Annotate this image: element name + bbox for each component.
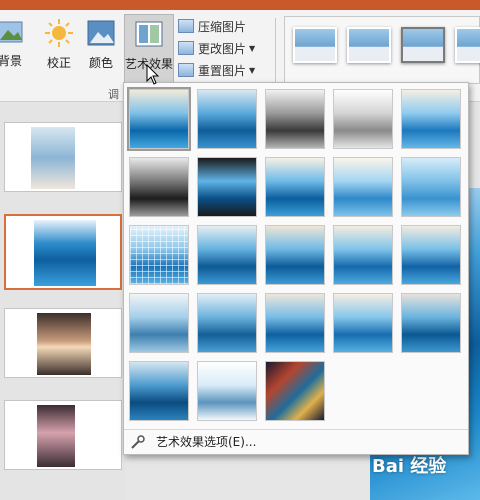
watermark: Bai 经验 bbox=[372, 456, 447, 477]
slide-thumbnail[interactable] bbox=[4, 400, 122, 470]
compress-pictures-label: 压缩图片 bbox=[198, 19, 247, 34]
slide-thumbnail-pane bbox=[0, 102, 126, 500]
slide-thumbnail[interactable] bbox=[4, 122, 122, 192]
artistic-effect-photocopy[interactable] bbox=[197, 361, 257, 421]
picture-style-thumb[interactable] bbox=[293, 27, 337, 63]
compress-pictures-icon bbox=[178, 19, 194, 33]
artistic-effect-watercolor-sponge[interactable] bbox=[197, 225, 257, 285]
artistic-effect-paint-strokes[interactable] bbox=[197, 157, 257, 217]
slide-thumbnail[interactable] bbox=[4, 308, 122, 378]
change-picture-label: 更改图片 bbox=[198, 41, 247, 56]
corrections-icon bbox=[45, 19, 73, 47]
artistic-effect-blur[interactable] bbox=[401, 157, 461, 217]
ribbon-separator bbox=[275, 18, 276, 88]
picture-style-thumb[interactable] bbox=[455, 27, 480, 63]
artistic-effect-chalk-sketch[interactable] bbox=[129, 157, 189, 217]
artistic-effect-plastic-wrap[interactable] bbox=[401, 293, 461, 353]
reset-picture-dropdown-icon: ▼ bbox=[249, 65, 256, 75]
artistic-effect-pastels-smooth[interactable] bbox=[333, 293, 393, 353]
slide-image bbox=[37, 313, 91, 375]
artistic-effect-glow-diffused[interactable] bbox=[333, 157, 393, 217]
artistic-effect-glow-edges[interactable] bbox=[265, 361, 325, 421]
change-picture-button[interactable]: 更改图片 ▼ bbox=[178, 38, 255, 58]
remove-background-icon bbox=[0, 21, 23, 43]
artistic-effect-mosaic-bubbles[interactable] bbox=[333, 225, 393, 285]
artistic-effects-gallery: 艺术效果选项(E)... bbox=[123, 82, 469, 455]
corrections-button[interactable]: 校正 bbox=[40, 14, 78, 90]
artistic-effect-light-screen[interactable] bbox=[129, 225, 189, 285]
picture-style-thumb[interactable] bbox=[347, 27, 391, 63]
adjust-group-label: 调 bbox=[108, 88, 119, 101]
change-picture-icon bbox=[178, 41, 194, 55]
mouse-cursor-icon bbox=[146, 64, 160, 85]
artistic-effects-options-label: 艺术效果选项(E)... bbox=[156, 435, 257, 449]
reset-picture-icon bbox=[178, 63, 194, 77]
artistic-effects-options-icon bbox=[131, 434, 145, 449]
reset-picture-label: 重置图片 bbox=[198, 63, 247, 78]
change-picture-dropdown-icon: ▼ bbox=[249, 43, 256, 53]
slide-image bbox=[34, 220, 96, 286]
color-icon bbox=[87, 20, 115, 46]
title-bar bbox=[0, 0, 480, 10]
slide-image bbox=[31, 127, 75, 189]
artistic-effects-icon bbox=[135, 21, 163, 47]
artistic-effect-line-drawing[interactable] bbox=[401, 89, 461, 149]
artistic-effect-paint-brush[interactable] bbox=[265, 157, 325, 217]
artistic-effects-options-menu-item[interactable]: 艺术效果选项(E)... bbox=[124, 429, 468, 453]
compress-pictures-button[interactable]: 压缩图片 bbox=[178, 16, 246, 36]
remove-background-label: 背景 bbox=[0, 54, 22, 68]
artistic-effect-cement[interactable] bbox=[129, 293, 189, 353]
artistic-effect-glass[interactable] bbox=[401, 225, 461, 285]
color-label: 颜色 bbox=[88, 56, 113, 70]
artistic-effect-cutout[interactable] bbox=[129, 361, 189, 421]
remove-background-button[interactable]: 背景 bbox=[0, 14, 30, 90]
corrections-label: 校正 bbox=[46, 56, 71, 70]
artistic-effect-none[interactable] bbox=[127, 87, 191, 151]
picture-style-thumb[interactable] bbox=[401, 27, 445, 63]
color-button[interactable]: 颜色 bbox=[82, 14, 120, 90]
artistic-effect-pencil-grayscale[interactable] bbox=[265, 89, 325, 149]
artistic-effect-marker[interactable] bbox=[197, 89, 257, 149]
slide-image bbox=[37, 405, 75, 467]
artistic-effect-crisscross-etching[interactable] bbox=[265, 293, 325, 353]
picture-styles-gallery bbox=[284, 16, 480, 84]
artistic-effect-film-grain[interactable] bbox=[265, 225, 325, 285]
artistic-effect-texturizer[interactable] bbox=[197, 293, 257, 353]
artistic-effect-pencil-sketch[interactable] bbox=[333, 89, 393, 149]
slide-thumbnail-selected[interactable] bbox=[4, 214, 122, 290]
reset-picture-button[interactable]: 重置图片 ▼ bbox=[178, 60, 255, 80]
